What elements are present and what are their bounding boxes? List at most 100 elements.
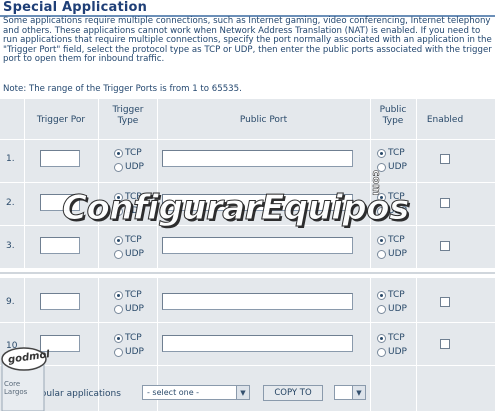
enabled-checkbox[interactable] xyxy=(440,339,450,349)
enabled-checkbox[interactable] xyxy=(440,154,450,164)
radio-selected-icon xyxy=(377,290,386,300)
trigger-port-input[interactable] xyxy=(40,293,80,310)
row-divider xyxy=(0,139,495,140)
udp-label: UDP xyxy=(388,249,407,259)
row-number: 3. xyxy=(6,241,15,251)
tcp-label: TCP xyxy=(125,148,142,158)
select-value: - select one - xyxy=(147,388,200,397)
radio-selected-icon xyxy=(377,333,386,343)
enabled-checkbox[interactable] xyxy=(440,297,450,307)
special-application-table: Trigger Por Trigger Type Public Port Pub… xyxy=(0,99,495,411)
radio-selected-icon xyxy=(377,235,386,245)
trigger-udp-radio[interactable]: UDP xyxy=(114,346,144,358)
public-port-input[interactable] xyxy=(162,150,353,167)
udp-label: UDP xyxy=(125,304,144,314)
page-title: Special Application xyxy=(3,0,148,15)
radio-selected-icon xyxy=(114,290,123,300)
public-tcp-radio[interactable]: TCP xyxy=(377,191,405,203)
radio-icon xyxy=(114,162,123,172)
public-port-input[interactable] xyxy=(162,194,353,211)
row-divider xyxy=(0,365,495,366)
public-port-input[interactable] xyxy=(162,293,353,310)
radio-selected-icon xyxy=(114,148,123,158)
radio-selected-icon xyxy=(114,235,123,245)
trigger-port-input[interactable] xyxy=(40,237,80,254)
row-number: 9. xyxy=(6,297,15,307)
public-udp-radio[interactable]: UDP xyxy=(377,205,407,217)
tcp-label: TCP xyxy=(388,148,405,158)
radio-icon xyxy=(377,304,386,314)
popular-applications-select[interactable]: - select one - ▼ xyxy=(142,385,250,400)
public-udp-radio[interactable]: UDP xyxy=(377,248,407,260)
tcp-label: TCP xyxy=(388,290,405,300)
trigger-tcp-radio[interactable]: TCP xyxy=(114,289,142,301)
radio-icon xyxy=(377,347,386,357)
row-number: 1. xyxy=(6,154,15,164)
public-tcp-radio[interactable]: TCP xyxy=(377,332,405,344)
public-udp-radio[interactable]: UDP xyxy=(377,161,407,173)
public-tcp-radio[interactable]: TCP xyxy=(377,234,405,246)
header-public-type: Public Type xyxy=(379,105,407,126)
trigger-port-input[interactable] xyxy=(40,150,80,167)
public-tcp-radio[interactable]: TCP xyxy=(377,147,405,159)
udp-label: UDP xyxy=(388,347,407,357)
tcp-label: TCP xyxy=(388,192,405,202)
trigger-udp-radio[interactable]: UDP xyxy=(114,248,144,260)
tcp-label: TCP xyxy=(125,235,142,245)
trigger-tcp-radio[interactable]: TCP xyxy=(114,332,142,344)
radio-icon xyxy=(114,249,123,259)
trigger-tcp-radio[interactable]: TCP xyxy=(114,191,142,203)
row-divider xyxy=(0,182,495,183)
public-udp-radio[interactable]: UDP xyxy=(377,303,407,315)
description-text: Some applications require multiple conne… xyxy=(3,16,492,65)
radio-icon xyxy=(114,304,123,314)
row-divider xyxy=(0,225,495,226)
udp-label: UDP xyxy=(388,162,407,172)
radio-selected-icon xyxy=(377,192,386,202)
tcp-label: TCP xyxy=(125,333,142,343)
tcp-label: TCP xyxy=(125,290,142,300)
popular-applications-label: Popular applications xyxy=(30,389,121,399)
udp-label: UDP xyxy=(125,347,144,357)
trigger-tcp-radio[interactable]: TCP xyxy=(114,234,142,246)
radio-icon xyxy=(377,162,386,172)
udp-label: UDP xyxy=(125,206,144,216)
tcp-label: TCP xyxy=(388,235,405,245)
udp-label: UDP xyxy=(125,249,144,259)
radio-selected-icon xyxy=(114,192,123,202)
trigger-udp-radio[interactable]: UDP xyxy=(114,303,144,315)
tcp-label: TCP xyxy=(388,333,405,343)
public-tcp-radio[interactable]: TCP xyxy=(377,289,405,301)
row-divider xyxy=(0,322,495,323)
radio-selected-icon xyxy=(114,333,123,343)
radio-icon xyxy=(114,347,123,357)
header-trigger-type: Trigger Type xyxy=(112,105,144,126)
trigger-udp-radio[interactable]: UDP xyxy=(114,161,144,173)
enabled-checkbox[interactable] xyxy=(440,198,450,208)
udp-label: UDP xyxy=(388,304,407,314)
row-number: 10 xyxy=(6,341,18,351)
rows-break xyxy=(0,268,495,278)
public-port-input[interactable] xyxy=(162,335,353,352)
chevron-down-icon: ▼ xyxy=(352,386,365,399)
trigger-port-input[interactable] xyxy=(40,194,80,211)
trigger-tcp-radio[interactable]: TCP xyxy=(114,147,142,159)
row-number: 2. xyxy=(6,198,15,208)
note-text: Note: The range of the Trigger Ports is … xyxy=(3,84,242,94)
copy-to-button[interactable]: COPY TO xyxy=(263,385,323,401)
udp-label: UDP xyxy=(125,162,144,172)
radio-icon xyxy=(377,249,386,259)
public-port-input[interactable] xyxy=(162,237,353,254)
chevron-down-icon: ▼ xyxy=(236,386,249,399)
enabled-checkbox[interactable] xyxy=(440,241,450,251)
tcp-label: TCP xyxy=(125,192,142,202)
header-public-port: Public Port xyxy=(239,115,288,125)
udp-label: UDP xyxy=(388,206,407,216)
radio-icon xyxy=(114,206,123,216)
header-trigger-port: Trigger Por xyxy=(36,115,86,125)
public-udp-radio[interactable]: UDP xyxy=(377,346,407,358)
trigger-udp-radio[interactable]: UDP xyxy=(114,205,144,217)
header-enabled: Enabled xyxy=(426,115,464,125)
copy-target-select[interactable]: ▼ xyxy=(334,385,366,400)
radio-icon xyxy=(377,206,386,216)
